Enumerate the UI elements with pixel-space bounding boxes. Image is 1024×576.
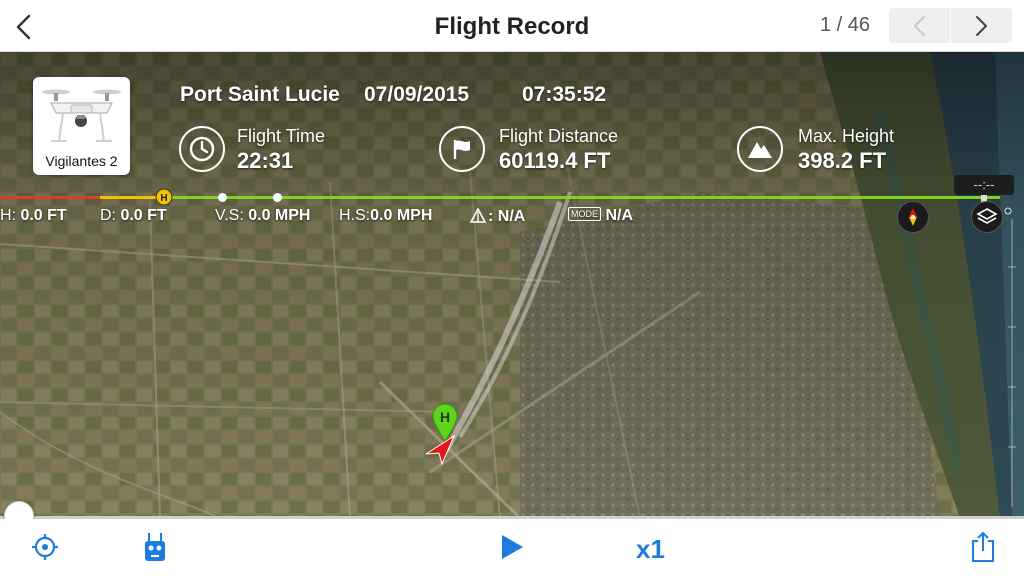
next-record-button[interactable] [950, 8, 1011, 43]
mountain-icon [737, 126, 783, 172]
max-height-value: 398.2 FT [798, 148, 887, 173]
height-readout: H: 0.0 FT [0, 207, 67, 224]
aircraft-name: Vigilantes 2 [45, 153, 118, 169]
gimbal-readout: : N/A [468, 207, 525, 226]
flight-time-value: 22:31 [237, 148, 294, 173]
chevron-left-icon [16, 14, 31, 40]
aircraft-position-arrow [425, 434, 456, 466]
compass-icon [909, 208, 917, 226]
playback-toolbar: x1 [0, 519, 1024, 576]
home-marker-label: H [440, 409, 450, 425]
flight-distance-value: 60119.4 FT [499, 148, 611, 173]
record-pager [889, 8, 1012, 43]
locate-button[interactable] [30, 531, 60, 563]
chevron-left-icon [913, 15, 925, 36]
flight-location: Port Saint Lucie [180, 83, 340, 106]
layers-icon [976, 208, 998, 224]
back-button[interactable] [10, 12, 38, 42]
satellite-map[interactable]: H Vigilantes 2 Port Saint Lucie 07/09/20… [0, 52, 1024, 518]
share-button[interactable] [968, 531, 998, 563]
play-button[interactable] [497, 531, 527, 563]
page-title: Flight Record [434, 13, 590, 40]
mode-badge: MODE [568, 207, 601, 221]
home-event-marker[interactable]: H [155, 188, 173, 206]
map-layers-button[interactable] [971, 201, 1003, 233]
flight-start-time: 07:35:52 [522, 83, 607, 106]
flight-time-label: Flight Time [237, 126, 326, 146]
flight-date: 07/09/2015 [364, 83, 470, 106]
flight-timeline[interactable] [0, 196, 1000, 200]
distance-readout: D: 0.0 FT [100, 207, 167, 224]
gimbal-icon [469, 207, 487, 223]
horizontal-speed-readout: H.S:0.0 MPH [339, 207, 433, 224]
page-counter: 1 / 46 [819, 14, 870, 36]
timeline-event-dot[interactable] [218, 193, 227, 202]
flight-mode-readout: MODE N/A [568, 207, 633, 225]
home-event-label: H [160, 193, 167, 204]
flag-icon [439, 126, 485, 172]
timeline-event-dot[interactable] [273, 193, 282, 202]
remote-controller-icon [145, 533, 165, 561]
vertical-speed-readout: V.S: 0.0 MPH [215, 207, 311, 224]
share-icon [972, 531, 994, 562]
compass-button[interactable] [897, 201, 929, 233]
altitude-scale [1004, 207, 1016, 507]
clock-icon [179, 126, 225, 172]
chevron-right-icon [976, 15, 987, 36]
header-bar: Flight Record 1 / 46 [0, 0, 1024, 52]
max-height-label: Max. Height [798, 126, 895, 146]
crosshair-icon [32, 534, 58, 560]
satellite-imagery [0, 52, 1024, 518]
map-readout: --:-- [954, 175, 1014, 195]
playback-speed-button[interactable]: x1 [636, 534, 665, 565]
previous-record-button[interactable] [889, 8, 950, 43]
drone-icon [42, 89, 121, 142]
play-icon [502, 535, 523, 559]
remote-controller-button[interactable] [142, 531, 168, 563]
aircraft-card[interactable]: Vigilantes 2 [33, 77, 130, 175]
flight-distance-label: Flight Distance [499, 126, 619, 146]
